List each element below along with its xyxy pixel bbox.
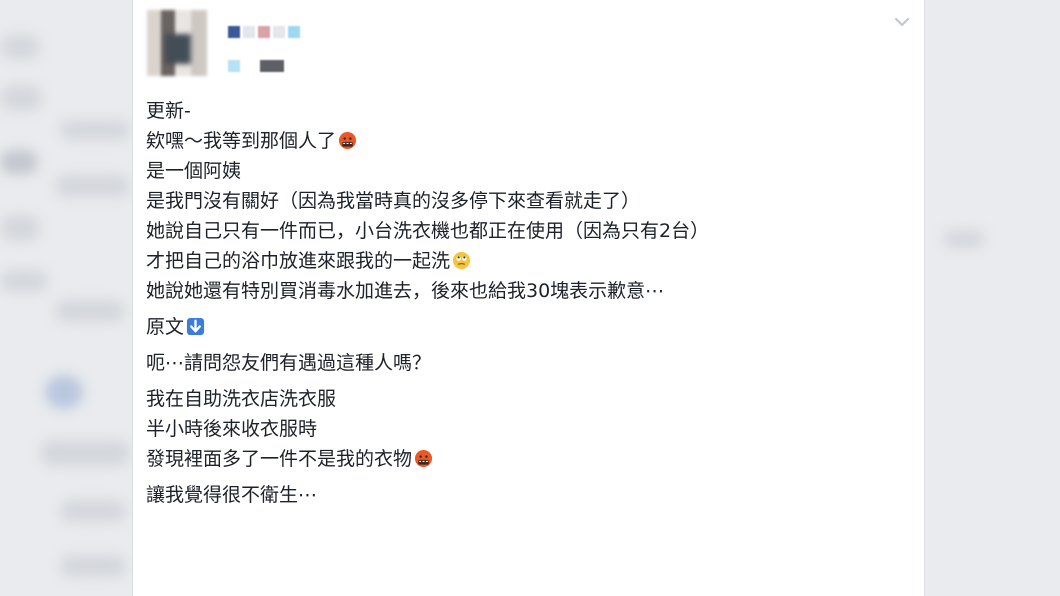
post-line: 更新- [146, 100, 191, 122]
author-name-redacted[interactable] [228, 26, 318, 40]
post-line: 發現裡面多了一件不是我的衣物 [146, 444, 906, 474]
face-with-symbols-on-mouth-emoji [414, 449, 433, 468]
post-line: 她說她還有特別買消毒水加進去，後來也給我30塊表示歉意⋯ [146, 280, 665, 302]
original-label: 原文 [146, 312, 906, 342]
question-line: 呃⋯請問怨友們有遇過這種人嗎？ [146, 352, 432, 374]
post-card: 更新- 欸嘿～我等到那個人了 是一個阿姨 是我門沒有關好（因為我當時真的沒多停下… [132, 0, 925, 596]
post-line: 我在自助洗衣店洗衣服 [146, 388, 337, 410]
avatar[interactable] [147, 10, 207, 76]
chevron-down-icon[interactable] [892, 12, 912, 32]
post-meta-redacted [228, 60, 298, 72]
post-line: 才把自己的浴巾放進來跟我的一起洗 [146, 246, 906, 276]
post-line: 欸嘿～我等到那個人了 [146, 126, 906, 156]
face-with-symbols-on-mouth-emoji [338, 131, 357, 150]
post-line: 是我門沒有關好（因為我當時真的沒多停下來查看就走了） [146, 190, 641, 212]
face-with-rolling-eyes-emoji [452, 251, 471, 270]
down-arrow-emoji [186, 317, 205, 336]
post-line: 是一個阿姨 [146, 160, 242, 182]
closing-line: 讓我覺得很不衛生⋯ [146, 484, 318, 506]
post-line: 她說自己只有一件而已，小台洗衣機也都正在使用（因為只有2台） [146, 220, 710, 242]
post-line: 半小時後來收衣服時 [146, 418, 318, 440]
post-text: 更新- 欸嘿～我等到那個人了 是一個阿姨 是我門沒有關好（因為我當時真的沒多停下… [146, 96, 906, 510]
